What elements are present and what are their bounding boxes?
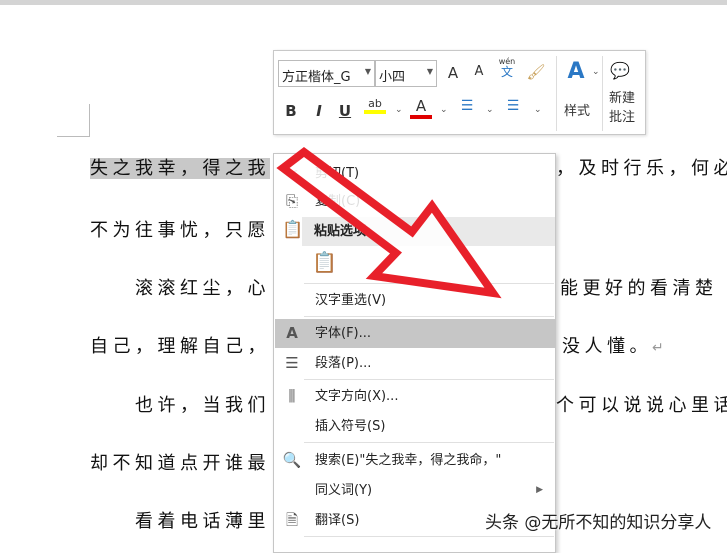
watermark: 头条 @无所不知的知识分享人 [485,513,712,533]
arrow-shape [276,146,502,299]
red-arrow-annotation [276,146,502,299]
